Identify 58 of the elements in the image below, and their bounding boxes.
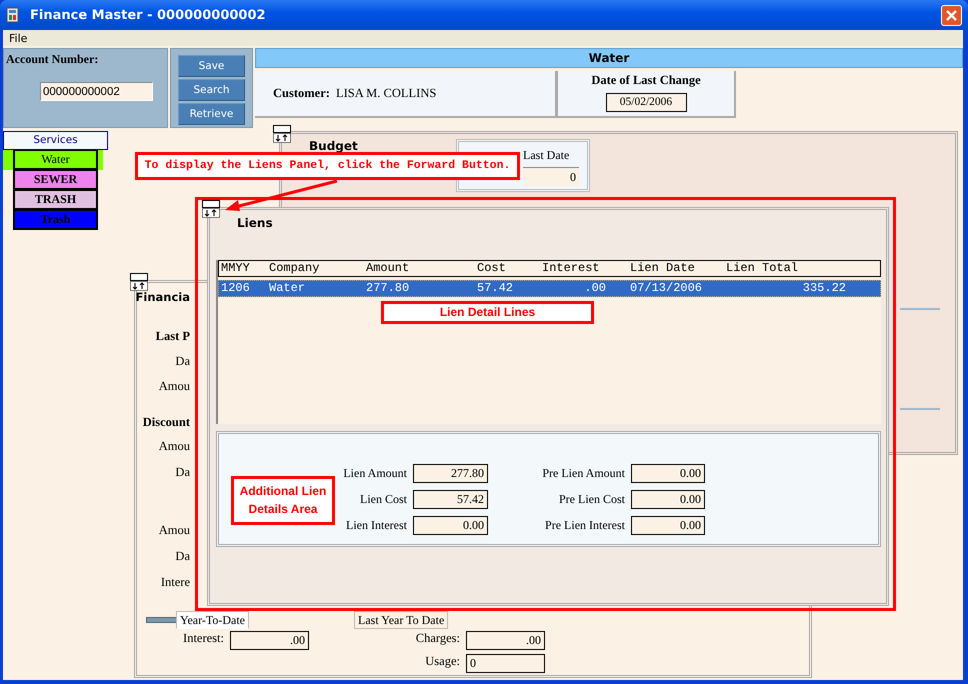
field-label: Discount xyxy=(142,415,190,430)
value-field: .00 xyxy=(230,631,309,650)
value-field: 57.42 xyxy=(413,490,488,509)
value-field: 0.00 xyxy=(631,516,705,535)
table-row[interactable]: 1206 Water 277.80 57.42 .00 07/13/2006 335.22 xyxy=(218,280,881,297)
field-label: Amou xyxy=(158,379,190,394)
last-change-field: 05/02/2006 xyxy=(606,93,686,112)
field-label: Charges: xyxy=(416,631,460,646)
field-label: Lien Cost xyxy=(359,492,407,507)
field-label: Amou xyxy=(158,523,190,538)
field-label: Pre Lien Cost xyxy=(558,492,625,507)
column-header: Amount xyxy=(366,261,410,276)
field-label: Financia xyxy=(136,290,190,304)
column-header: Cost xyxy=(477,261,507,276)
field-label: Intere xyxy=(160,575,190,590)
field-label: Pre Lien Interest xyxy=(544,518,625,533)
value-field: 0.00 xyxy=(413,516,488,535)
annotation-callout: To display the Liens Panel, click the Forward Button. xyxy=(135,152,520,180)
liens-title: Liens xyxy=(237,216,273,230)
menu-item[interactable]: File xyxy=(9,32,28,44)
field-label: Da xyxy=(175,354,190,369)
value-field: 0.00 xyxy=(631,490,705,509)
annotation-callout: Lien Detail Lines xyxy=(381,301,594,324)
field-label: Last P xyxy=(156,329,190,344)
account-label: Account Number: xyxy=(6,52,98,67)
field-label: Amou xyxy=(158,439,190,454)
annotation-callout: Additional Lien Details Area xyxy=(231,476,335,525)
services-title: Services xyxy=(3,131,108,150)
field-label: Lien Interest xyxy=(345,518,407,533)
tab[interactable]: Year-To-Date xyxy=(176,611,250,629)
value-field: .00 xyxy=(466,631,545,650)
value-field: 277.80 xyxy=(413,464,488,483)
value-field: 0.00 xyxy=(631,464,705,483)
last-date-field: 0 xyxy=(523,167,579,186)
value-field: 0 xyxy=(466,654,545,673)
service-header: Water xyxy=(255,48,963,68)
field-label: Da xyxy=(175,465,190,480)
window-title: Finance Master - 000000000002 xyxy=(30,8,267,22)
action-button[interactable]: Retrieve xyxy=(178,103,245,125)
last-change-label: Date of Last Change xyxy=(591,73,701,88)
last-date-label: Last Date xyxy=(523,148,570,163)
field-label: Da xyxy=(175,549,190,564)
action-button[interactable]: Save xyxy=(178,55,245,77)
field-label: Lien Amount xyxy=(342,466,407,481)
field-label: Pre Lien Amount xyxy=(541,466,625,481)
field-label: Interest: xyxy=(183,631,224,646)
budget-title: Budget xyxy=(309,139,358,153)
column-header: Interest xyxy=(542,261,601,276)
tab[interactable]: Last Year To Date xyxy=(354,611,448,629)
column-header: MMYY xyxy=(221,261,251,276)
field-label: Usage: xyxy=(425,654,460,669)
account-number-field[interactable]: 000000000002 xyxy=(40,82,153,101)
column-header: Company xyxy=(269,261,320,276)
customer-name: LISA M. COLLINS xyxy=(336,86,436,101)
action-button[interactable]: Search xyxy=(178,79,245,101)
customer-label: Customer: xyxy=(273,86,330,101)
column-header: Lien Date xyxy=(630,261,696,276)
column-header: Lien Total xyxy=(726,261,800,276)
